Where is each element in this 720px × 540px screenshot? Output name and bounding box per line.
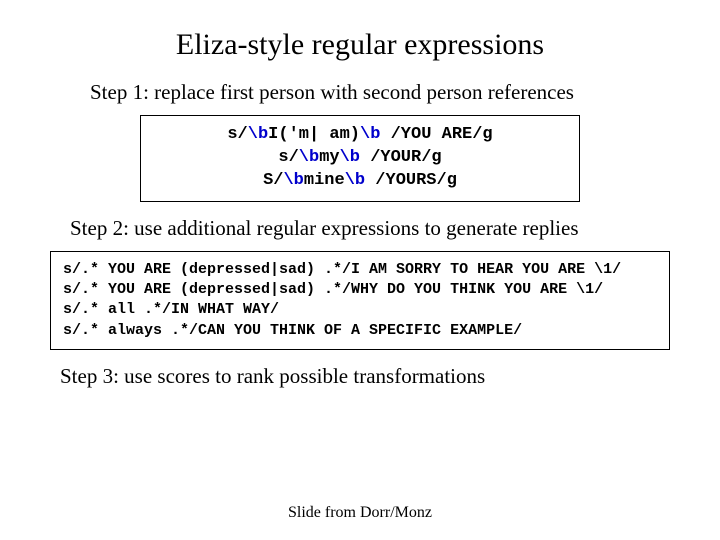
code-box-2: s/.* YOU ARE (depressed|sad) .*/I AM SOR… xyxy=(50,251,670,350)
code-line: s/\bmy\b /YOUR/g xyxy=(153,147,567,170)
step2-text: Step 2: use additional regular expressio… xyxy=(70,216,690,241)
slide-title: Eliza-style regular expressions xyxy=(30,28,690,62)
code-line: s/.* YOU ARE (depressed|sad) .*/I AM SOR… xyxy=(63,260,657,280)
footer-credit: Slide from Dorr/Monz xyxy=(0,504,720,522)
code-line: s/.* all .*/IN WHAT WAY/ xyxy=(63,300,657,320)
code-line: s/.* YOU ARE (depressed|sad) .*/WHY DO Y… xyxy=(63,280,657,300)
code-line: s/\bI('m| am)\b /YOU ARE/g xyxy=(153,124,567,147)
code-line: S/\bmine\b /YOURS/g xyxy=(153,170,567,193)
code-line: s/.* always .*/CAN YOU THINK OF A SPECIF… xyxy=(63,321,657,341)
code-box-1: s/\bI('m| am)\b /YOU ARE/g s/\bmy\b /YOU… xyxy=(140,115,580,202)
step3-text: Step 3: use scores to rank possible tran… xyxy=(60,364,690,389)
slide: Eliza-style regular expressions Step 1: … xyxy=(0,0,720,540)
step1-text: Step 1: replace first person with second… xyxy=(90,80,690,105)
